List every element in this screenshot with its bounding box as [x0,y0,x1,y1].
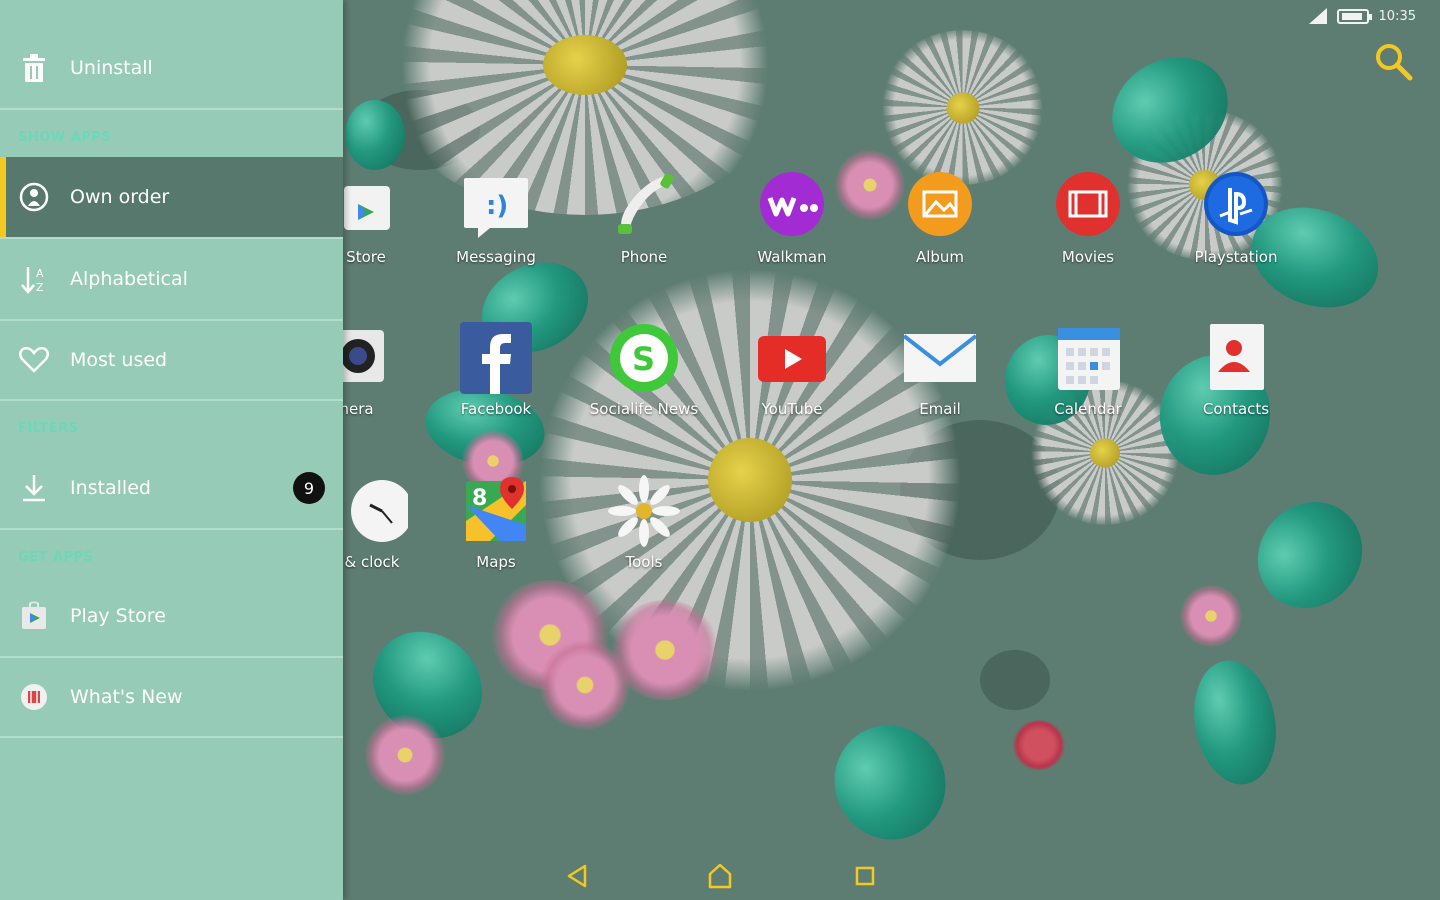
home-button[interactable] [706,862,734,890]
alphabetical-item[interactable]: A Z Alphabetical [0,239,343,321]
home-icon [708,863,732,889]
sort-alpha-icon: A Z [18,263,50,295]
play-store-icon [18,600,50,632]
alphabetical-label: Alphabetical [70,268,188,290]
back-button[interactable] [563,862,591,890]
back-icon [567,864,587,888]
app-label: Album [915,248,965,266]
app-label: Playstation [1194,248,1278,266]
app-label: Tools [625,553,663,571]
app-facebook[interactable]: Facebook [426,322,566,432]
app-label: & clock [344,553,400,571]
svg-text:A: A [36,267,44,280]
svg-text::): :) [486,191,508,221]
app-movies[interactable]: Movies [1018,170,1158,280]
app-socialife-news[interactable]: S Socialife News [574,322,714,432]
most-used-label: Most used [70,349,168,371]
green-bean [815,707,965,858]
svg-text:8: 8 [472,486,487,511]
app-label: Calendar [1054,400,1122,418]
uninstall-item[interactable]: Uninstall [0,28,343,110]
pink-blossom [540,640,630,730]
messaging-icon: :) [460,170,532,242]
uninstall-label: Uninstall [70,57,153,79]
app-label: Phone [620,248,668,266]
play-store-label: Play Store [70,605,166,627]
wallpaper-shadow [980,650,1050,710]
clock-icon [336,475,408,547]
phone-icon [608,170,680,242]
installed-item[interactable]: Installed 9 [0,448,343,530]
app-album[interactable]: Album [870,170,1010,280]
pink-blossom [1180,585,1242,647]
app-label: Movies [1061,248,1115,266]
app-label: Maps [476,553,516,571]
whats-new-item[interactable]: What's New [0,658,343,738]
signal-icon [1308,8,1327,24]
app-phone[interactable]: Phone [574,170,714,280]
section-filters: FILTERS [18,421,79,436]
section-show-apps: SHOW APPS [18,130,112,145]
daisy-folder-icon [608,475,680,547]
whats-new-icon [18,681,50,713]
pink-blossom [365,715,445,795]
email-icon [904,322,976,394]
app-calendar[interactable]: Calendar [1018,322,1158,432]
trash-icon [18,52,50,84]
app-playstation[interactable]: Playstation [1166,170,1306,280]
movies-icon [1052,170,1124,242]
search-button[interactable] [1372,40,1416,84]
app-email[interactable]: Email [870,322,1010,432]
svg-text:Z: Z [36,281,44,294]
svg-text:S: S [632,340,655,378]
green-bean [1236,480,1384,630]
installed-count-badge: 9 [293,472,325,504]
search-icon [1376,44,1413,81]
app-messaging[interactable]: :) Messaging [426,170,566,280]
green-bean [1184,654,1286,791]
app-label: YouTube [761,400,823,418]
app-maps[interactable]: 8 Maps [426,475,566,585]
green-bean [345,100,405,170]
own-order-label: Own order [70,186,170,208]
app-label: Facebook [460,400,532,418]
status-bar: 10:35 [1308,6,1416,26]
own-order-item[interactable]: Own order [0,157,343,239]
app-youtube[interactable]: YouTube [722,322,862,432]
person-circle-icon [18,181,50,213]
download-icon [18,472,50,504]
recents-icon [855,866,875,886]
walkman-icon [756,170,828,242]
app-label: Socialife News [589,400,699,418]
installed-label: Installed [70,477,151,499]
app-contacts[interactable]: Contacts [1166,322,1306,432]
socialife-icon: S [608,322,680,394]
app-walkman[interactable]: Walkman [722,170,862,280]
heart-icon [18,344,50,376]
contacts-icon [1200,322,1272,394]
daisy-flower [880,30,1045,185]
battery-icon [1336,8,1372,24]
album-icon [904,170,976,242]
app-label: Email [919,400,961,418]
maps-icon: 8 [460,475,532,547]
most-used-item[interactable]: Most used [0,321,343,401]
app-label: Walkman [757,248,827,266]
facebook-icon [460,322,532,394]
navigation-drawer: Uninstall SHOW APPS Own order A Z Alphab… [0,0,343,900]
red-petal [1012,720,1066,770]
recents-button[interactable] [851,862,879,890]
app-label: Contacts [1202,400,1270,418]
clock-text: 10:35 [1378,8,1416,24]
app-tools[interactable]: Tools [574,475,714,585]
app-label: Store [346,248,386,266]
whats-new-label: What's New [70,686,183,708]
app-label: Messaging [456,248,536,266]
section-get-apps: GET APPS [18,550,94,565]
playstation-icon [1200,170,1272,242]
calendar-icon [1052,322,1124,394]
play-store-item[interactable]: Play Store [0,576,343,658]
youtube-icon [756,322,828,394]
